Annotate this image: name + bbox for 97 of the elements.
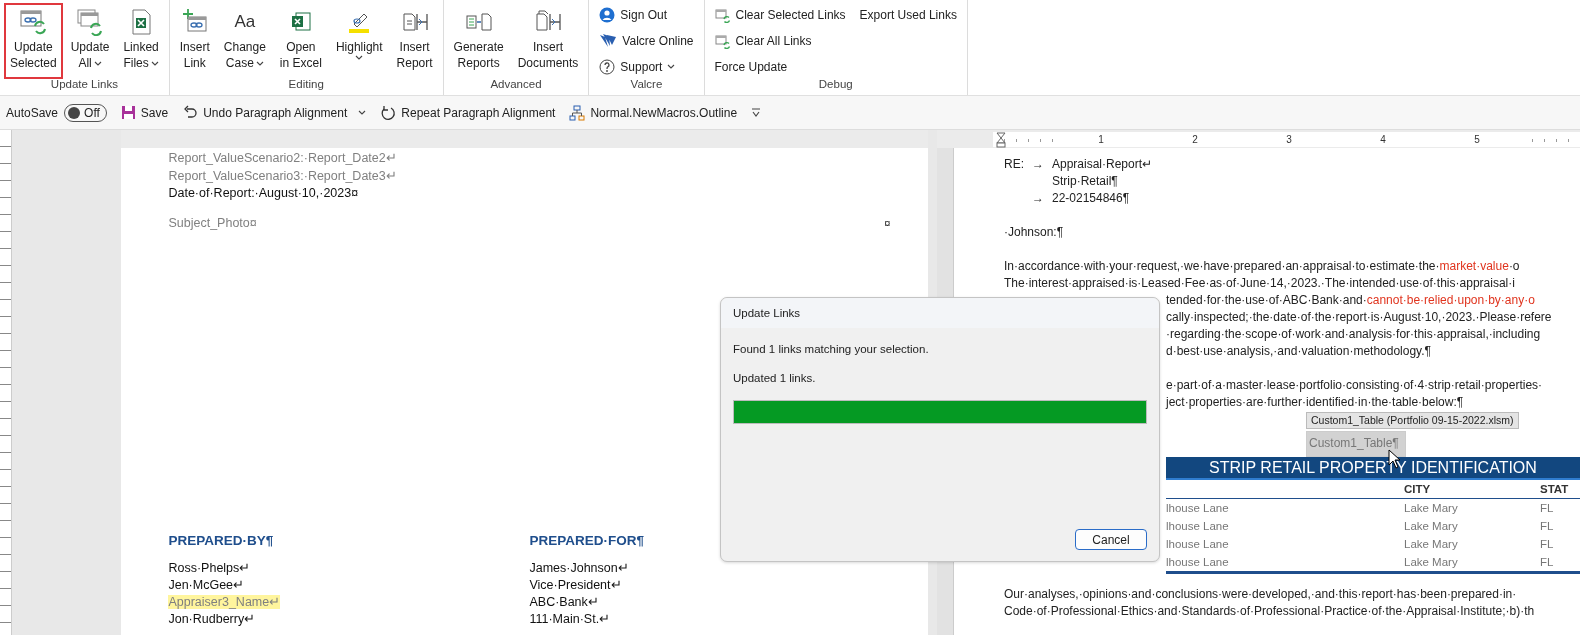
- table-cell-text: lhouse Lane: [1166, 555, 1230, 570]
- document-line: cally·inspected;·the·date·of·the·report·is·August·10,·2023.·Please·refere: [1166, 309, 1553, 326]
- caret-icon: [150, 60, 159, 66]
- table-cell-text: lhouse Lane: [1166, 519, 1230, 534]
- re-label: RE:: [1004, 157, 1024, 171]
- tab-arrow: →: [1032, 191, 1044, 205]
- table-cell-text: FL: [1540, 501, 1555, 516]
- cancel-button[interactable]: Cancel: [1075, 529, 1147, 550]
- ribbon-button[interactable]: Highlight: [329, 3, 389, 79]
- document-line: Report_ValueScenario3:·Report_Date3↵: [168, 167, 398, 185]
- ribbon-button[interactable]: Force Update: [714, 55, 846, 78]
- ribbon-button[interactable]: Linked Files: [117, 3, 165, 79]
- undo-icon: [182, 105, 199, 120]
- ribbon-button[interactable]: Aa Change Case: [217, 3, 272, 79]
- dialog-message: Updated 1 links.: [733, 371, 817, 386]
- document-line: Our·analyses,·opinions·and·conclusions·were·developed,·and·this·report·has·been·prepared·in·: [1004, 586, 1518, 603]
- hierarchy-icon: [569, 104, 586, 121]
- caret-icon: [93, 60, 102, 66]
- help-icon: [599, 58, 616, 75]
- ribbon-button[interactable]: Update Selected: [4, 3, 63, 79]
- customize-toolbar-icon[interactable]: [751, 107, 762, 118]
- dialog-message: Found 1 links matching your selection.: [733, 342, 930, 357]
- autosave-label: AutoSave: [6, 105, 59, 120]
- clear-links-icon: [714, 6, 731, 23]
- document-line: ABC·Bank↵: [529, 594, 599, 609]
- cell-end-mark: ¤: [884, 215, 891, 231]
- document-line: 22-02154846¶: [1052, 190, 1130, 207]
- indent-marker-icon[interactable]: [996, 131, 1006, 148]
- group-label: Valcre: [629, 78, 664, 92]
- ribbon-button[interactable]: Clear Selected Links: [714, 3, 846, 26]
- document-line: Appraisal·Report↵: [1052, 156, 1153, 173]
- ribbon-button[interactable]: Generate Reports: [447, 3, 510, 79]
- toolbar-button[interactable]: Normal.NewMacros.Outline: [569, 104, 738, 121]
- caret-icon: [358, 110, 367, 115]
- document-line: Strip·Retail¶: [1052, 173, 1118, 190]
- toolbar-button[interactable]: Repeat Paragraph Alignment: [380, 104, 556, 121]
- table-cell-text: lhouse Lane: [1166, 537, 1230, 552]
- caret-icon: [355, 55, 364, 60]
- table-cell-text: Lake Mary: [1404, 519, 1459, 534]
- tab-arrow: →: [1032, 157, 1044, 171]
- toolbar-button[interactable]: Save: [120, 105, 169, 120]
- ribbon-button[interactable]: Update All: [64, 3, 116, 79]
- document-line: Jen·McGee↵: [168, 577, 245, 592]
- document-line: ject·properties·are·further·identified·in·the·table·below:¶: [1166, 394, 1465, 411]
- ribbon-button[interactable]: Sign Out: [599, 3, 694, 26]
- ribbon-button[interactable]: Valcre Online: [599, 29, 694, 52]
- document-line: Vice·President↵: [529, 577, 622, 592]
- document-line: Subject_Photo¤: [168, 214, 257, 232]
- salutation: ·Johnson:¶: [1004, 225, 1064, 239]
- document-line: Ross·Phelps↵: [168, 560, 251, 575]
- user-icon: [599, 6, 616, 23]
- caret-icon: [255, 60, 264, 66]
- table-cell-text: Lake Mary: [1404, 555, 1459, 570]
- document-line: The·interest·appraised·is·Leased·Fee·as·of·June·14,·2023.·The·intended·use·of·this·appraisal·i: [1004, 275, 1516, 292]
- document-line: Jon·Rudberry↵: [168, 611, 256, 626]
- group-label: Editing: [287, 78, 325, 92]
- table-cell-text: FL: [1540, 555, 1555, 570]
- table-title: STRIP RETAIL PROPERTY IDENTIFICATION: [1166, 457, 1580, 480]
- ribbon-button[interactable]: Clear All Links: [714, 29, 846, 52]
- change-case-icon: Aa: [234, 8, 256, 36]
- document-refresh-icon: [18, 8, 49, 36]
- toolbar-button[interactable]: Undo Paragraph Alignment: [182, 105, 367, 120]
- column-header: CITY: [1404, 482, 1432, 497]
- save-icon: [120, 105, 136, 120]
- clear-links-icon: [714, 32, 731, 49]
- group-label: Advanced: [489, 78, 543, 92]
- link-tooltip: Custom1_Table (Portfolio 09-15-2022.xlsm): [1306, 412, 1519, 429]
- ribbon-button[interactable]: Support: [599, 55, 694, 78]
- table-cell-text: Lake Mary: [1404, 501, 1459, 516]
- document-line: d·best·use·analysis,·and·valuation·methodology.¶: [1166, 343, 1432, 360]
- document-line: Code·of·Professional·Ethics·and·Standards·of·Professional·Practice·of·the·Appraisal·Institute;·b)·th: [1004, 603, 1536, 620]
- document-line: e·part·of·a·master·lease·portfolio·consisting·of·4·strip·retail·properties·: [1166, 377, 1544, 394]
- ribbon-button[interactable]: Export Used Links: [859, 3, 957, 26]
- ribbon-button[interactable]: Open in Excel: [273, 3, 328, 79]
- document-line: In·accordance·with·your·request,·we·have·prepared·an·appraisal·to·estimate·the·market·value·o: [1004, 258, 1521, 275]
- table-cell-text: Lake Mary: [1404, 537, 1459, 552]
- table-cell-text: lhouse Lane: [1166, 501, 1230, 516]
- ribbon-button[interactable]: Insert Report: [390, 3, 439, 79]
- document-line: Date·of·Report:·August·10,·2023¤: [168, 185, 360, 202]
- section-heading: PREPARED·FOR¶: [529, 532, 645, 550]
- table-cell-text: FL: [1540, 519, 1555, 534]
- dialog-title: Update Links: [721, 298, 1159, 328]
- document-line: ·regarding·the·scope·of·work·and·analysis·for·this·appraisal,·including: [1166, 326, 1542, 343]
- document-line: tended·for·the·use·of·ABC·Bank·and·cannot·be·relied·upon·by·any·o: [1166, 292, 1536, 309]
- ribbon-button[interactable]: Insert Documents: [511, 3, 585, 79]
- column-header: STAT: [1540, 482, 1570, 497]
- ribbon-button[interactable]: Insert Link: [173, 3, 216, 79]
- document-line: James·Johnson↵: [529, 560, 629, 575]
- redo-icon: [380, 104, 397, 121]
- group-label: Update Links: [49, 78, 119, 92]
- document-line: Report_ValueScenario2:·Report_Date2↵: [168, 150, 398, 167]
- caret-icon: [667, 64, 676, 69]
- table-cell-text: FL: [1540, 537, 1555, 552]
- document-line: 111·Main·St.↵: [529, 611, 611, 626]
- section-heading: PREPARED·BY¶: [168, 532, 275, 550]
- group-label: Debug: [817, 78, 854, 92]
- wing-logo-icon: [599, 32, 618, 49]
